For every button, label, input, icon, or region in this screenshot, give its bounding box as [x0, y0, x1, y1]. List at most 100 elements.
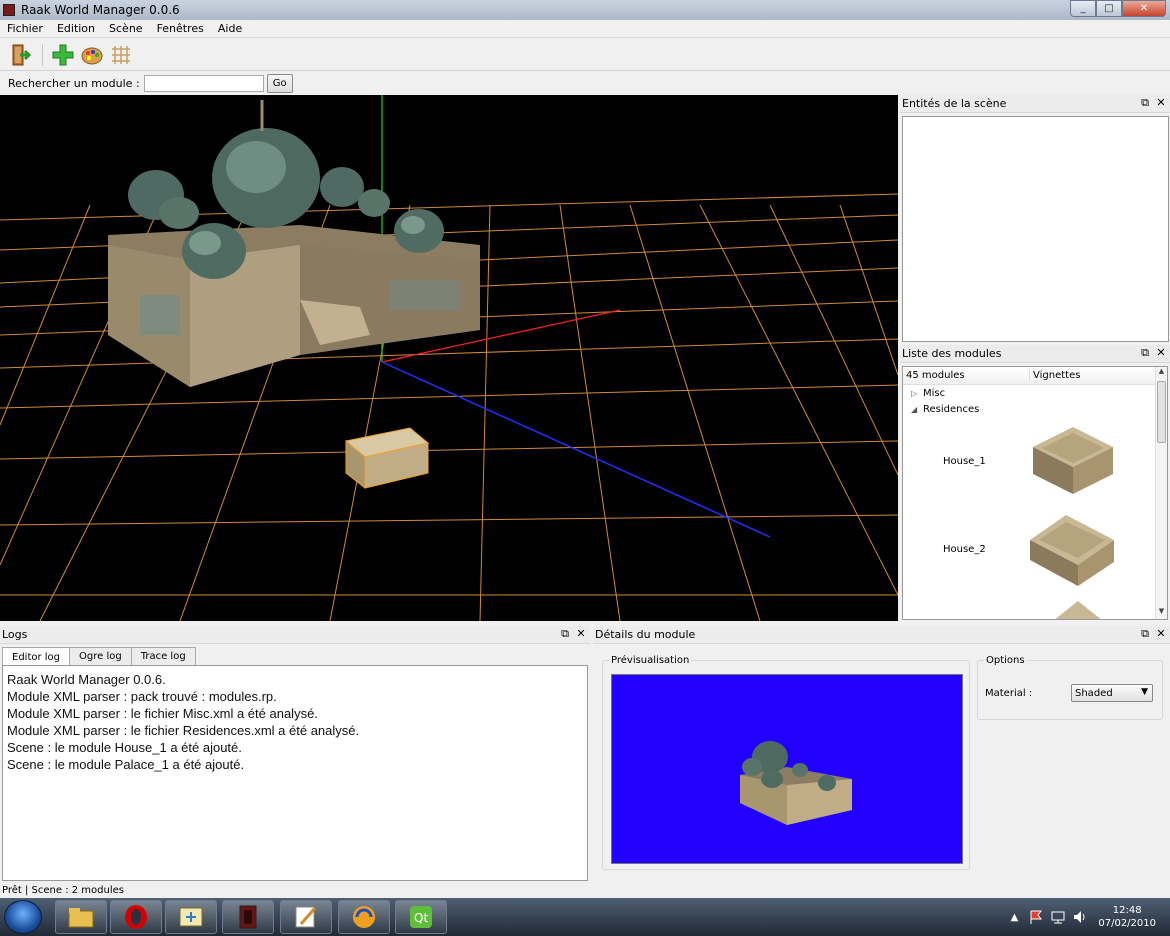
scroll-thumb[interactable] — [1157, 381, 1166, 443]
add-plus-icon[interactable] — [50, 42, 76, 68]
app-logo-icon — [3, 4, 15, 16]
clock[interactable]: 12:48 07/02/2010 — [1098, 904, 1156, 930]
details-dock: Détails du module ⧉ ✕ — [593, 626, 1170, 646]
float-dock-icon[interactable]: ⧉ — [1140, 628, 1150, 640]
module-preview[interactable] — [611, 674, 963, 864]
tab-editor-log[interactable]: Editor log — [2, 647, 71, 666]
logs-title: Logs — [2, 628, 28, 641]
status-bar: Prêt | Scene : 2 modules — [0, 882, 1170, 898]
system-tray: ▲ 12:48 07/02/2010 — [1011, 898, 1170, 936]
palace-model[interactable] — [108, 100, 480, 387]
clock-time: 12:48 — [1112, 905, 1142, 916]
tree-node-misc[interactable]: ▷ Misc — [911, 388, 945, 399]
house-3-thumbnail[interactable] — [1053, 599, 1103, 620]
float-dock-icon[interactable]: ⧉ — [1140, 347, 1150, 359]
minimize-button[interactable]: _ — [1070, 0, 1096, 17]
modules-header: 45 modules Vignettes — [903, 367, 1167, 385]
menu-aide[interactable]: Aide — [211, 22, 249, 35]
close-dock-icon[interactable]: ✕ — [1156, 97, 1166, 109]
material-label: Material : — [985, 688, 1033, 699]
module-item-house-1[interactable]: House_1 — [943, 456, 986, 467]
menubar: Fichier Edition Scène Fenêtres Aide — [0, 20, 1170, 38]
toolbar-separator — [42, 43, 43, 66]
chevron-down-icon: ▼ — [1141, 687, 1148, 697]
clock-date: 07/02/2010 — [1098, 918, 1156, 929]
collapsed-arrow-icon[interactable]: ▷ — [911, 389, 923, 398]
menu-scene[interactable]: Scène — [102, 22, 150, 35]
tree-node-residences[interactable]: ◢ Residences — [911, 404, 979, 415]
modules-count-header[interactable]: 45 modules — [903, 370, 1029, 381]
tree-label: Misc — [923, 388, 946, 399]
window-titlebar: Raak World Manager 0.0.6 _ □ ✕ — [0, 0, 1170, 20]
log-line: Scene : le module House_1 a été ajouté. — [7, 740, 242, 755]
toolbar — [0, 39, 1170, 71]
grid-icon[interactable] — [108, 42, 134, 68]
house-1-thumbnail[interactable] — [1028, 422, 1118, 497]
modules-dock: Liste des modules ⧉ ✕ — [900, 345, 1170, 365]
thumbs-header[interactable]: Vignettes — [1029, 370, 1080, 381]
notepad-icon[interactable] — [280, 900, 332, 934]
axis-z — [381, 361, 771, 538]
scene-viewport[interactable] — [0, 95, 898, 621]
menu-fenetres[interactable]: Fenêtres — [150, 22, 211, 35]
menu-fichier[interactable]: Fichier — [0, 22, 50, 35]
house-2-thumbnail[interactable] — [1026, 510, 1118, 588]
log-line: Module XML parser : le fichier Residence… — [7, 723, 360, 738]
scroll-down-icon[interactable]: ▼ — [1156, 607, 1167, 619]
float-dock-icon[interactable]: ⧉ — [1140, 97, 1150, 109]
details-dock-title: Détails du module ⧉ ✕ — [593, 626, 1170, 644]
options-group-title: Options — [984, 655, 1027, 666]
go-button[interactable]: Go — [266, 73, 293, 93]
expanded-arrow-icon[interactable]: ◢ — [911, 405, 923, 414]
log-line: Module XML parser : pack trouvé : module… — [7, 689, 277, 704]
logs-dock: Logs ⧉ ✕ — [0, 626, 590, 646]
close-dock-icon[interactable]: ✕ — [576, 628, 586, 640]
explorer-icon[interactable] — [55, 900, 107, 934]
volume-icon[interactable] — [1072, 909, 1088, 925]
menu-edition[interactable]: Edition — [50, 22, 102, 35]
search-label: Rechercher un module : — [8, 76, 140, 90]
entities-list[interactable] — [902, 116, 1169, 342]
tray-expand-icon[interactable]: ▲ — [1011, 912, 1019, 923]
maximize-button[interactable]: □ — [1096, 0, 1122, 17]
app-icon[interactable] — [165, 900, 217, 934]
log-output[interactable]: Raak World Manager 0.0.6. Module XML par… — [2, 665, 588, 881]
search-row: Rechercher un module : Go — [0, 72, 1170, 94]
modules-title: Liste des modules — [902, 347, 1002, 360]
entities-dock-title: Entités de la scène ⧉ ✕ — [900, 95, 1170, 113]
start-button[interactable] — [4, 900, 42, 934]
close-button[interactable]: ✕ — [1122, 0, 1166, 17]
house-model[interactable] — [344, 427, 430, 490]
modules-scrollbar[interactable]: ▲ ▼ — [1155, 367, 1167, 619]
log-line: Scene : le module Palace_1 a été ajouté. — [7, 757, 245, 772]
tab-trace-log[interactable]: Trace log — [130, 647, 196, 665]
float-dock-icon[interactable]: ⧉ — [560, 628, 570, 640]
modules-dock-title: Liste des modules ⧉ ✕ — [900, 345, 1170, 363]
tree-label: Residences — [923, 404, 980, 415]
details-title: Détails du module — [595, 628, 696, 641]
material-select[interactable]: Shaded ▼ — [1071, 684, 1153, 702]
close-dock-icon[interactable]: ✕ — [1156, 347, 1166, 359]
network-icon[interactable] — [1050, 909, 1066, 925]
log-line: Module XML parser : le fichier Misc.xml … — [7, 706, 318, 721]
search-input[interactable] — [143, 74, 264, 92]
raak-icon[interactable] — [222, 900, 274, 934]
preview-render — [740, 741, 852, 825]
opera-icon[interactable] — [110, 900, 162, 934]
palette-icon[interactable] — [79, 42, 105, 68]
modules-tree[interactable]: 45 modules Vignettes ▷ Misc ◢ Residences… — [902, 366, 1168, 620]
status-text: Prêt | Scene : 2 modules — [2, 884, 124, 896]
scroll-up-icon[interactable]: ▲ — [1156, 367, 1167, 379]
module-item-house-2[interactable]: House_2 — [943, 544, 986, 555]
audio-icon[interactable] — [338, 900, 390, 934]
entities-title: Entités de la scène — [902, 97, 1007, 110]
action-center-flag-icon[interactable] — [1028, 909, 1044, 925]
exit-door-icon[interactable] — [8, 42, 34, 68]
material-value: Shaded — [1075, 687, 1113, 699]
tab-ogre-log[interactable]: Ogre log — [69, 647, 132, 665]
scene-render — [0, 95, 898, 621]
close-dock-icon[interactable]: ✕ — [1156, 628, 1166, 640]
log-tabs: Editor log Ogre log Trace log — [2, 647, 196, 666]
window-title: Raak World Manager 0.0.6 — [21, 3, 180, 17]
qt-icon[interactable]: Qt — [395, 900, 447, 934]
